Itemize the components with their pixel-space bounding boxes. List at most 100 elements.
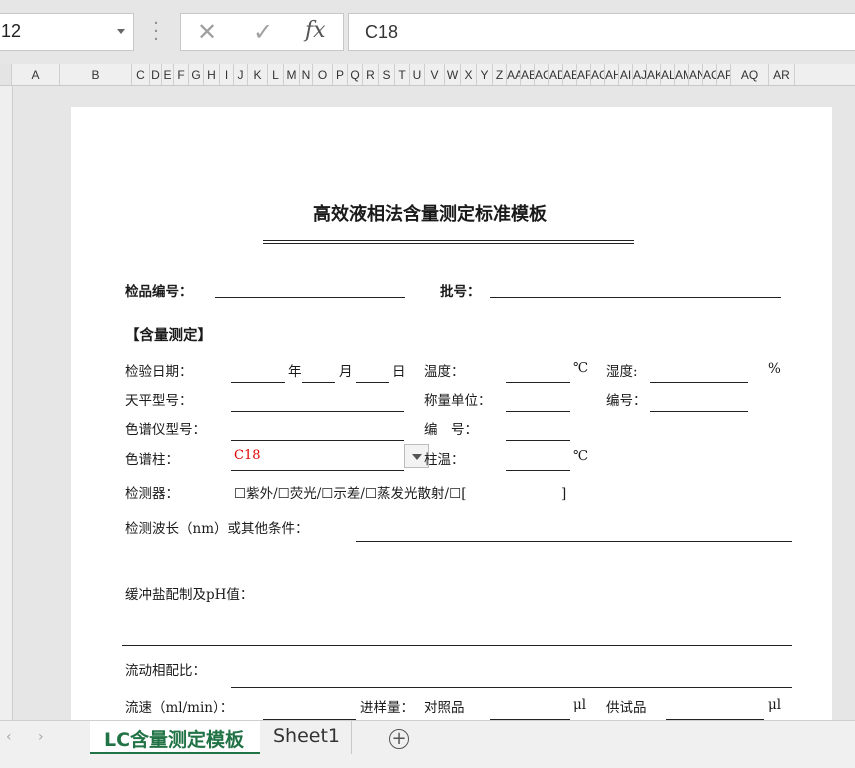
chromatograph-number-label: 编 号：	[424, 422, 478, 438]
batch-no-field[interactable]	[490, 297, 781, 298]
document-title: 高效液相法含量测定标准模板	[313, 204, 547, 225]
humidity-field[interactable]	[650, 382, 748, 383]
balance-model-field[interactable]	[231, 411, 404, 412]
column-header-j[interactable]: J	[234, 64, 248, 85]
column-value[interactable]: C18	[234, 448, 261, 463]
column-header-e[interactable]: E	[162, 64, 174, 85]
column-header-l[interactable]: L	[268, 64, 284, 85]
test-date-label: 检验日期：	[125, 364, 193, 380]
balance-number-field[interactable]	[650, 411, 748, 412]
column-header-ad[interactable]: AD	[549, 64, 563, 85]
enter-icon[interactable]: ✓	[253, 18, 273, 46]
temperature-field[interactable]	[506, 382, 570, 383]
section-title: 【含量测定】	[125, 327, 212, 344]
column-header: ABCDEFGHIJKLMNOPQRSTUVWXYZAAABACADAEAFAG…	[0, 64, 855, 86]
status-bar	[0, 754, 855, 768]
formula-buttons: ✕ ✓ fx	[180, 13, 344, 51]
column-field[interactable]	[231, 470, 404, 471]
column-header-ah[interactable]: AH	[605, 64, 619, 85]
column-temp-unit: ℃	[573, 448, 589, 464]
column-header-o[interactable]: O	[313, 64, 333, 85]
column-header-c[interactable]: C	[132, 64, 150, 85]
scroll-left-icon[interactable]: ‹	[6, 729, 12, 745]
day-field[interactable]	[356, 382, 389, 383]
column-header-z[interactable]: Z	[493, 64, 507, 85]
column-header-w[interactable]: W	[445, 64, 461, 85]
column-header-i[interactable]: I	[220, 64, 234, 85]
day-label: 日	[392, 364, 406, 380]
column-header-aj[interactable]: AJ	[633, 64, 647, 85]
column-header-aa[interactable]: AA	[507, 64, 521, 85]
column-header-y[interactable]: Y	[477, 64, 493, 85]
formula-input[interactable]: C18	[348, 13, 855, 51]
insert-function-icon[interactable]: fx	[305, 18, 326, 43]
column-header-m[interactable]: M	[284, 64, 300, 85]
scroll-right-icon[interactable]: ›	[38, 729, 44, 745]
wavelength-field[interactable]	[356, 541, 792, 542]
column-header-ar[interactable]: AR	[769, 64, 795, 85]
column-header-ae[interactable]: AE	[563, 64, 577, 85]
column-header-f[interactable]: F	[174, 64, 189, 85]
column-header-q[interactable]: Q	[348, 64, 363, 85]
column-header-al[interactable]: AL	[661, 64, 675, 85]
tab-lc-template[interactable]: LC含量测定模板	[90, 721, 260, 755]
column-header-x[interactable]: X	[461, 64, 477, 85]
column-header-ab[interactable]: AB	[521, 64, 535, 85]
column-temp-field[interactable]	[506, 470, 570, 471]
more-vertical-icon[interactable]: · · ·	[152, 15, 160, 49]
add-sheet-icon[interactable]: +	[389, 729, 409, 749]
weighing-unit-field[interactable]	[506, 411, 570, 412]
column-header-ak[interactable]: AK	[647, 64, 661, 85]
tab-sheet1-label: Sheet1	[273, 725, 341, 747]
column-header-d[interactable]: D	[150, 64, 162, 85]
column-header-k[interactable]: K	[248, 64, 268, 85]
temperature-label: 温度：	[424, 364, 465, 380]
chromatograph-model-field[interactable]	[231, 440, 404, 441]
chevron-down-icon	[412, 454, 422, 460]
column-header-p[interactable]: P	[333, 64, 348, 85]
ul-unit-2: μl	[768, 697, 782, 713]
column-header-g[interactable]: G	[189, 64, 204, 85]
year-label: 年	[288, 364, 302, 380]
mobile-phase-label: 流动相配比：	[125, 663, 206, 679]
formula-value[interactable]: C18	[365, 22, 398, 43]
mobile-phase-field[interactable]	[231, 687, 792, 688]
sample-no-field[interactable]	[215, 297, 405, 298]
select-all-corner[interactable]	[0, 64, 12, 85]
tab-sheet1[interactable]: Sheet1	[262, 721, 352, 755]
buffer-label: 缓冲盐配制及pH值：	[125, 587, 254, 603]
column-header-a[interactable]: A	[12, 64, 60, 85]
chromatograph-number-field[interactable]	[506, 440, 570, 441]
column-header-b[interactable]: B	[60, 64, 132, 85]
column-header-n[interactable]: N	[300, 64, 313, 85]
column-header-t[interactable]: T	[395, 64, 410, 85]
column-header-v[interactable]: V	[425, 64, 445, 85]
month-field[interactable]	[302, 382, 335, 383]
column-header-ai[interactable]: AI	[619, 64, 633, 85]
column-header-ao[interactable]: AO	[703, 64, 717, 85]
buffer-field[interactable]	[122, 645, 792, 646]
column-header-aq[interactable]: AQ	[731, 64, 769, 85]
column-header-am[interactable]: AM	[675, 64, 689, 85]
row-header[interactable]	[0, 86, 13, 720]
reference-label: 对照品	[424, 700, 465, 716]
column-header-an[interactable]: AN	[689, 64, 703, 85]
chromatograph-model-label: 色谱仪型号：	[125, 422, 206, 438]
column-header-ac[interactable]: AC	[535, 64, 549, 85]
column-header-u[interactable]: U	[410, 64, 425, 85]
percent-unit: %	[768, 361, 781, 377]
detector-options[interactable]: ☐紫外/☐荧光/☐示差/☐蒸发光散射/☐[ ]	[234, 482, 566, 502]
column-header-ap[interactable]: AP	[717, 64, 731, 85]
name-box[interactable]: 12	[0, 13, 134, 51]
column-header-s[interactable]: S	[379, 64, 395, 85]
column-header-af[interactable]: AF	[577, 64, 591, 85]
wavelength-label: 检测波长（nm）或其他条件：	[125, 521, 309, 537]
name-box-value[interactable]: 12	[1, 21, 21, 42]
column-header-r[interactable]: R	[363, 64, 379, 85]
cancel-icon[interactable]: ✕	[197, 18, 217, 46]
chevron-down-icon[interactable]	[117, 29, 125, 34]
year-field[interactable]	[231, 382, 285, 383]
column-header-ag[interactable]: AG	[591, 64, 605, 85]
weighing-unit-label: 称量单位：	[424, 393, 492, 409]
column-header-h[interactable]: H	[204, 64, 220, 85]
